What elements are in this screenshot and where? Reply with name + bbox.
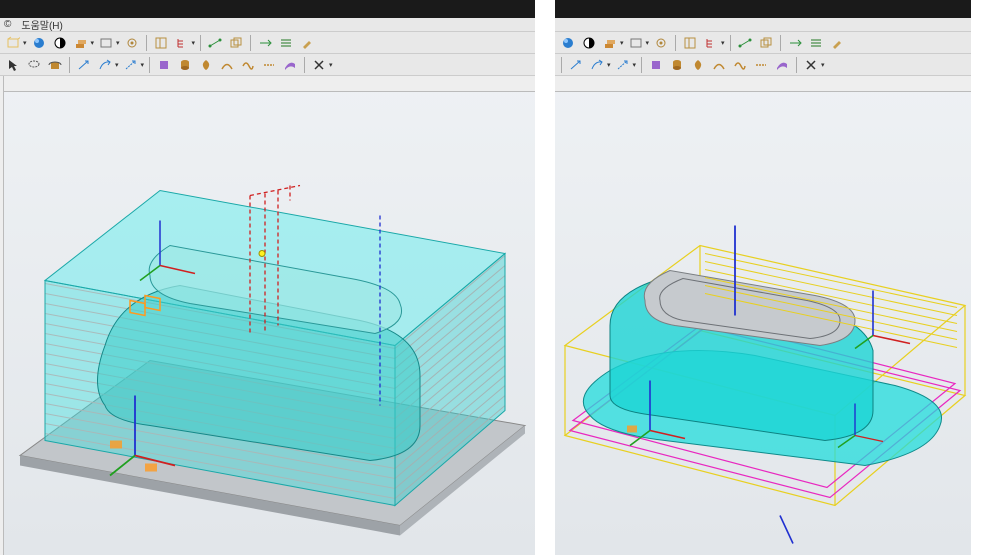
tool-dim-icon[interactable]: [206, 34, 224, 52]
tool-box-icon[interactable]: [4, 34, 22, 52]
origin-marker: [259, 251, 265, 257]
menu-hint[interactable]: ©: [4, 19, 11, 30]
tool-sphere-icon[interactable]: [30, 34, 48, 52]
dropdown-icon[interactable]: ▾: [115, 61, 119, 69]
tool-boxtool-icon[interactable]: [155, 56, 173, 74]
window-titlebar-right[interactable]: [555, 0, 971, 18]
tool-clip-icon[interactable]: [681, 34, 699, 52]
dropdown-icon[interactable]: ▾: [607, 61, 611, 69]
right-window: ▾ ▾ ▾ ▾ ▾ ▾: [555, 0, 971, 555]
tool-stack-icon[interactable]: [72, 34, 90, 52]
tool-curve-icon[interactable]: [710, 56, 728, 74]
window-titlebar-left[interactable]: [0, 0, 535, 18]
tool-tree-icon[interactable]: [173, 34, 191, 52]
separator: [200, 35, 201, 51]
tool-lathe-icon[interactable]: [689, 56, 707, 74]
separator: [149, 57, 150, 73]
tool-curve-icon[interactable]: [218, 56, 236, 74]
tool-cyl-icon[interactable]: [668, 56, 686, 74]
tool-dup-icon[interactable]: [757, 34, 775, 52]
tool-dash-icon[interactable]: [260, 56, 278, 74]
menubar-right: [555, 18, 971, 32]
tool-arrow-icon[interactable]: [75, 56, 93, 74]
separator: [641, 57, 642, 73]
viewport-left[interactable]: [0, 76, 535, 555]
dropdown-icon[interactable]: ▾: [821, 61, 825, 69]
axis-stray: [780, 516, 793, 544]
tool-sphere-icon[interactable]: [559, 34, 577, 52]
tool-tree-icon[interactable]: [702, 34, 720, 52]
dropdown-icon[interactable]: ▾: [141, 61, 145, 69]
tool-sweep-icon[interactable]: [281, 56, 299, 74]
3d-scene-right[interactable]: [555, 76, 971, 555]
tool-align-icon[interactable]: [256, 34, 274, 52]
tool-arrowpath-icon[interactable]: [588, 56, 606, 74]
separator: [69, 57, 70, 73]
tool-arrowdash-icon[interactable]: [614, 56, 632, 74]
tool-curve2-icon[interactable]: [239, 56, 257, 74]
viewport-right[interactable]: [555, 76, 971, 555]
tool-lines-icon[interactable]: [807, 34, 825, 52]
dropdown-icon[interactable]: ▾: [633, 61, 637, 69]
tool-rect-icon[interactable]: [627, 34, 645, 52]
tool-sweep-icon[interactable]: [773, 56, 791, 74]
toolbar-row2-left: ▾ ▾ ▾: [0, 54, 535, 76]
tool-dup-icon[interactable]: [227, 34, 245, 52]
separator: [675, 35, 676, 51]
dropdown-icon[interactable]: ▾: [646, 39, 650, 47]
dropdown-icon[interactable]: ▾: [91, 39, 95, 47]
dropdown-icon[interactable]: ▾: [116, 39, 120, 47]
tool-x-icon[interactable]: [310, 56, 328, 74]
3d-scene-left[interactable]: [0, 76, 535, 555]
menu-help[interactable]: 도움말(H): [21, 17, 62, 32]
tool-half-icon[interactable]: [51, 34, 69, 52]
tool-align-icon[interactable]: [786, 34, 804, 52]
tool-gear-icon[interactable]: [652, 34, 670, 52]
tool-dash-icon[interactable]: [752, 56, 770, 74]
tool-arrowpath-icon[interactable]: [96, 56, 114, 74]
separator: [250, 35, 251, 51]
tool-cyl-icon[interactable]: [176, 56, 194, 74]
left-window: © 도움말(H) ▾ ▾ ▾ ▾ ▾ ▾: [0, 0, 555, 555]
tool-curve2-icon[interactable]: [731, 56, 749, 74]
tool-clip-icon[interactable]: [152, 34, 170, 52]
toolbar-row1-right: ▾ ▾ ▾: [555, 32, 971, 54]
separator: [730, 35, 731, 51]
tool-lathe-icon[interactable]: [197, 56, 215, 74]
dropdown-icon[interactable]: ▾: [721, 39, 725, 47]
dropdown-icon[interactable]: ▾: [192, 39, 196, 47]
separator: [561, 57, 562, 73]
tool-dim-icon[interactable]: [736, 34, 754, 52]
tool-rotcube-icon[interactable]: [46, 56, 64, 74]
tool-rect-icon[interactable]: [97, 34, 115, 52]
dropdown-icon[interactable]: ▾: [620, 39, 624, 47]
tool-gear-icon[interactable]: [123, 34, 141, 52]
tool-half-icon[interactable]: [580, 34, 598, 52]
tool-lasso-icon[interactable]: [25, 56, 43, 74]
separator: [780, 35, 781, 51]
tool-arrowdash-icon[interactable]: [122, 56, 140, 74]
toolbar-row2-right: ▾ ▾ ▾: [555, 54, 971, 76]
menubar-left: © 도움말(H): [0, 18, 535, 32]
tool-stack-icon[interactable]: [601, 34, 619, 52]
dropdown-icon[interactable]: ▾: [329, 61, 333, 69]
separator: [796, 57, 797, 73]
dropdown-icon[interactable]: ▾: [23, 39, 27, 47]
molded-part: [583, 271, 941, 466]
tool-brush-icon[interactable]: [828, 34, 846, 52]
tool-boxtool-icon[interactable]: [647, 56, 665, 74]
tool-lines-icon[interactable]: [277, 34, 295, 52]
tool-x-icon[interactable]: [802, 56, 820, 74]
separator: [146, 35, 147, 51]
tool-ptr-icon[interactable]: [4, 56, 22, 74]
tool-brush-icon[interactable]: [298, 34, 316, 52]
separator: [304, 57, 305, 73]
tool-arrow-icon[interactable]: [567, 56, 585, 74]
toolbar-row1-left: ▾ ▾ ▾ ▾: [0, 32, 535, 54]
